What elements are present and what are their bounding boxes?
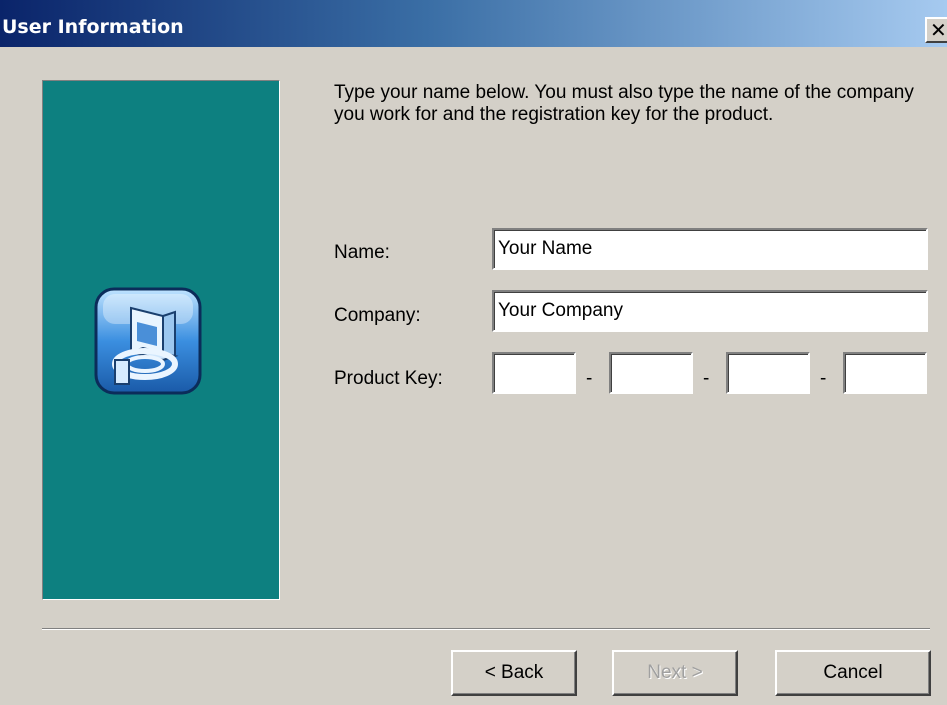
window-title: User Information: [2, 16, 184, 38]
product-key-segment-1[interactable]: [492, 352, 576, 394]
close-icon: ✕: [930, 18, 947, 42]
company-label: Company:: [334, 305, 421, 326]
setup-computer-icon: [94, 287, 202, 395]
title-bar: User Information: [0, 0, 947, 47]
product-key-label: Product Key:: [334, 368, 443, 389]
back-button[interactable]: < Back: [451, 650, 577, 696]
product-key-separator: -: [586, 368, 593, 389]
product-key-separator: -: [703, 368, 710, 389]
company-input[interactable]: [492, 290, 928, 332]
name-input[interactable]: [492, 228, 928, 270]
instructions-text: Type your name below. You must also type…: [334, 82, 914, 125]
next-button[interactable]: Next >: [612, 650, 738, 696]
product-key-separator: -: [820, 368, 827, 389]
side-banner-panel: [42, 80, 280, 600]
close-button[interactable]: ✕: [925, 17, 947, 43]
product-key-segment-2[interactable]: [609, 352, 693, 394]
button-separator: [42, 628, 930, 630]
cancel-button[interactable]: Cancel: [775, 650, 931, 696]
product-key-segment-4[interactable]: [843, 352, 927, 394]
product-key-segment-3[interactable]: [726, 352, 810, 394]
name-label: Name:: [334, 242, 390, 263]
